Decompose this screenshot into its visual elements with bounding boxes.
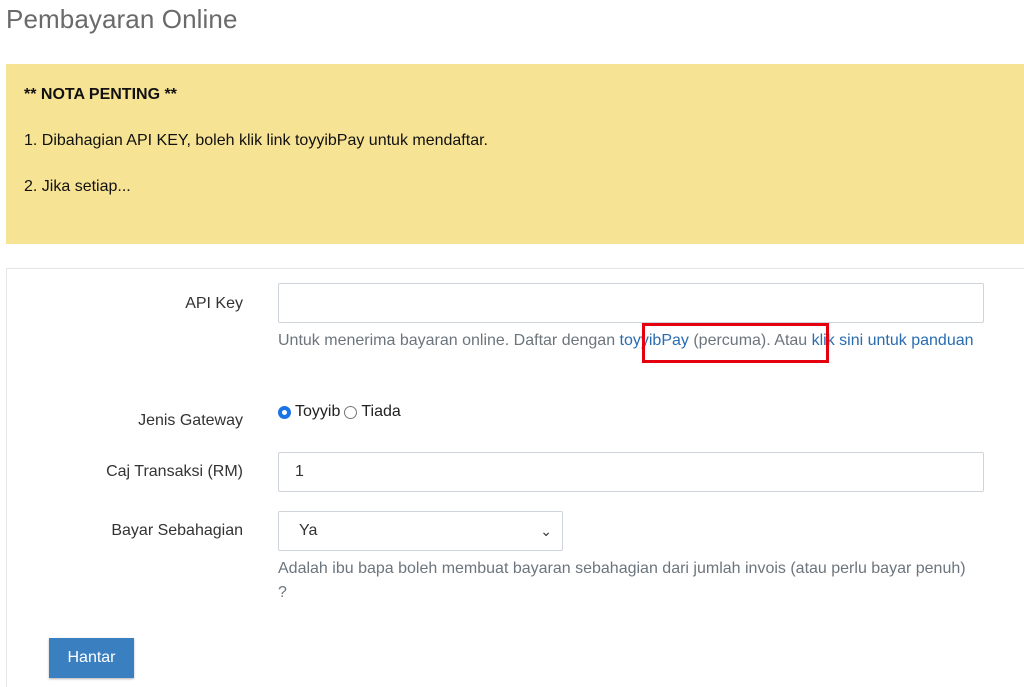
- notice-line-2: 2. Jika setiap...: [24, 178, 131, 195]
- radio-tiada[interactable]: [344, 405, 358, 419]
- fee-input[interactable]: [278, 452, 984, 492]
- gateway-radio-group: Toyyib Tiada: [278, 403, 401, 421]
- guide-link[interactable]: klik sini untuk panduan: [812, 332, 974, 349]
- api-key-input[interactable]: [278, 283, 984, 323]
- radio-toyyib[interactable]: [278, 405, 291, 419]
- important-notice: ** NOTA PENTING ** 1. Dibahagian API KEY…: [6, 64, 1024, 244]
- highlight-annotation: [642, 323, 829, 363]
- submit-button[interactable]: Hantar: [49, 638, 134, 678]
- partial-label: Bayar Sebahagian: [111, 522, 243, 539]
- fee-label: Caj Transaksi (RM): [106, 463, 243, 480]
- radio-toyyib-label[interactable]: Toyyib: [295, 403, 340, 421]
- radio-tiada-label[interactable]: Tiada: [361, 403, 400, 421]
- notice-title: ** NOTA PENTING **: [24, 86, 177, 103]
- page-title: Pembayaran Online: [6, 4, 238, 34]
- api-key-label: API Key: [185, 295, 243, 312]
- api-key-help: Untuk menerima bayaran online. Daftar de…: [278, 329, 978, 353]
- notice-line-1: 1. Dibahagian API KEY, boleh klik link t…: [24, 132, 488, 149]
- partial-help: Adalah ibu bapa boleh membuat bayaran se…: [278, 560, 966, 601]
- api-key-help-text: Untuk menerima bayaran online. Daftar de…: [278, 332, 620, 349]
- partial-select-value: Ya: [299, 522, 318, 539]
- chevron-down-icon: ⌄: [540, 523, 552, 539]
- gateway-label: Jenis Gateway: [138, 412, 243, 429]
- partial-select[interactable]: Ya ⌄: [278, 511, 563, 551]
